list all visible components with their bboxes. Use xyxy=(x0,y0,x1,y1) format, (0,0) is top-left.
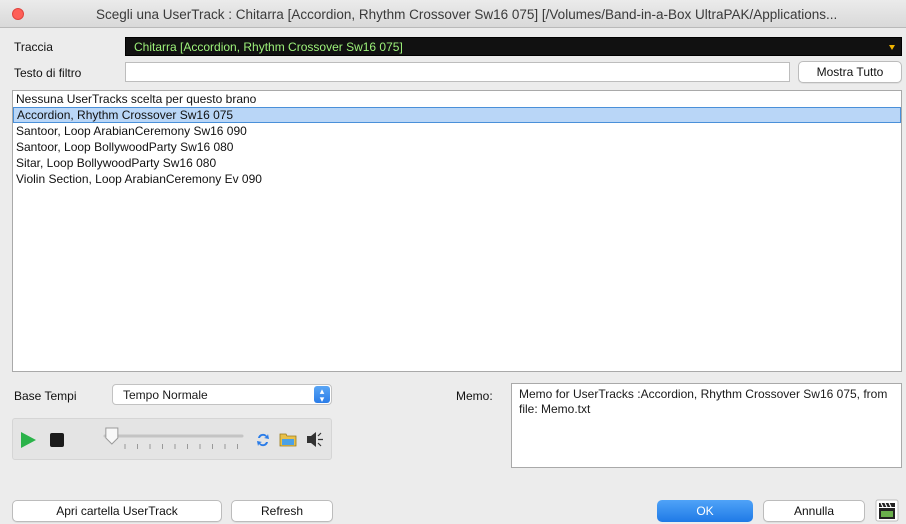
track-value: Chitarra [Accordion, Rhythm Crossover Sw… xyxy=(134,40,403,54)
list-item[interactable]: Accordion, Rhythm Crossover Sw16 075 xyxy=(13,107,901,123)
speaker-icon[interactable] xyxy=(305,430,325,449)
movie-clapper-icon[interactable] xyxy=(875,499,899,522)
volume-slider[interactable] xyxy=(97,425,247,455)
cancel-button[interactable]: Annulla xyxy=(763,500,865,522)
tempo-label: Base Tempi xyxy=(14,389,77,403)
list-item[interactable]: Nessuna UserTracks scelta per questo bra… xyxy=(13,91,901,107)
ok-button[interactable]: OK xyxy=(657,500,753,522)
refresh-button[interactable]: Refresh xyxy=(231,500,333,522)
track-label: Traccia xyxy=(14,40,53,54)
open-usertrack-folder-button[interactable]: Apri cartella UserTrack xyxy=(12,500,222,522)
tempo-select[interactable]: Tempo Normale ▴ ▾ xyxy=(112,384,332,405)
window-title: Scegli una UserTrack : Chitarra [Accordi… xyxy=(96,7,838,22)
close-window-button[interactable] xyxy=(12,8,24,20)
list-item[interactable]: Sitar, Loop BollywoodParty Sw16 080 xyxy=(13,155,901,171)
play-icon[interactable] xyxy=(19,431,37,449)
show-all-button[interactable]: Mostra Tutto xyxy=(798,61,902,83)
stop-icon[interactable] xyxy=(49,432,65,448)
list-item[interactable]: Santoor, Loop ArabianCeremony Sw16 090 xyxy=(13,123,901,139)
transport-panel xyxy=(12,418,332,460)
list-item[interactable]: Santoor, Loop BollywoodParty Sw16 080 xyxy=(13,139,901,155)
track-selector[interactable]: Chitarra [Accordion, Rhythm Crossover Sw… xyxy=(125,37,902,56)
loop-icon[interactable] xyxy=(255,432,271,448)
filter-input[interactable] xyxy=(125,62,790,82)
usertrack-list[interactable]: Nessuna UserTracks scelta per questo bra… xyxy=(12,90,902,372)
dropdown-arrow-icon xyxy=(889,45,895,50)
select-arrows-icon: ▴ ▾ xyxy=(314,386,330,404)
memo-label: Memo: xyxy=(456,389,493,403)
memo-box: Memo for UserTracks :Accordion, Rhythm C… xyxy=(511,383,902,468)
tempo-value: Tempo Normale xyxy=(123,388,208,402)
filter-label: Testo di filtro xyxy=(14,66,82,80)
folder-icon[interactable] xyxy=(279,431,297,448)
title-bar: Scegli una UserTrack : Chitarra [Accordi… xyxy=(0,0,906,28)
list-item[interactable]: Violin Section, Loop ArabianCeremony Ev … xyxy=(13,171,901,187)
